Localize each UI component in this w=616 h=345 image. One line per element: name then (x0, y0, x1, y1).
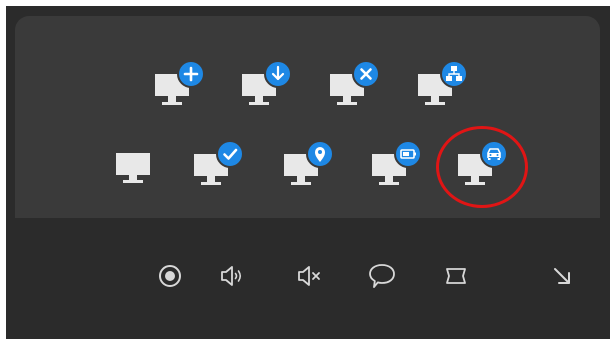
monitor-icon[interactable] (113, 145, 153, 185)
monitor-network-icon[interactable] (416, 60, 470, 108)
monitor-check-icon[interactable] (192, 140, 246, 188)
monitor-add-icon[interactable] (153, 60, 207, 108)
monitor-download-icon[interactable] (240, 60, 294, 108)
monitor-battery-icon[interactable] (370, 140, 424, 188)
volume-icon[interactable] (214, 258, 250, 294)
arrow-down-right-icon[interactable] (544, 258, 580, 294)
monitor-location-icon[interactable] (282, 140, 336, 188)
mute-icon[interactable] (292, 258, 328, 294)
monitor-car-icon[interactable] (456, 140, 510, 188)
speech-bubble-icon[interactable] (364, 258, 400, 294)
monitor-remove-icon[interactable] (328, 60, 382, 108)
frame-icon[interactable] (438, 258, 474, 294)
record-icon[interactable] (152, 258, 188, 294)
